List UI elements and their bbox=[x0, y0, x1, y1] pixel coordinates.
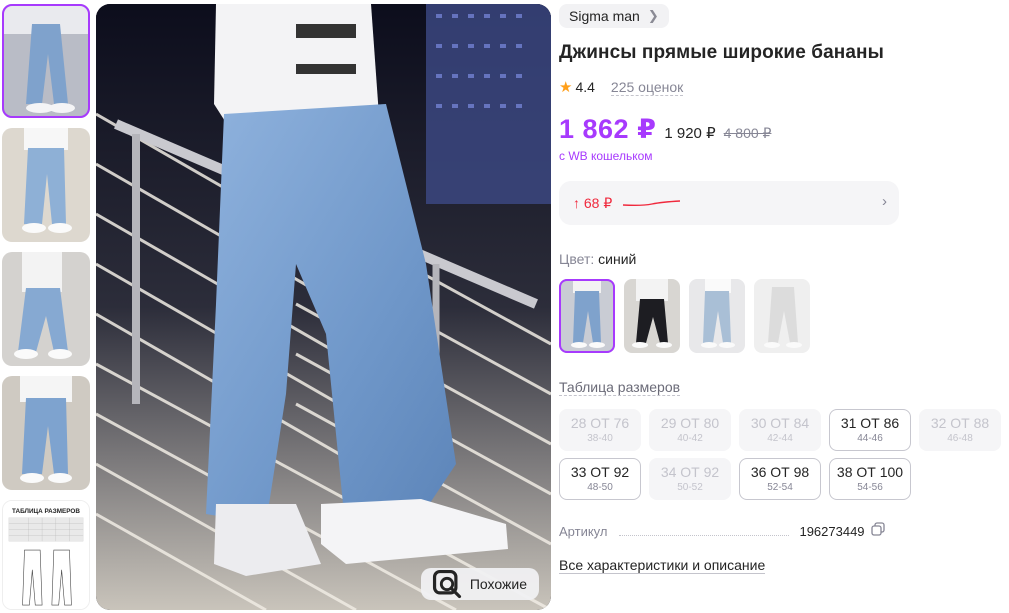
similar-label: Похожие bbox=[469, 576, 527, 592]
size-table-link[interactable]: Таблица размеров bbox=[559, 379, 681, 396]
size-label: 29 ОТ 80 bbox=[660, 414, 720, 431]
size-label: 38 ОТ 100 bbox=[836, 463, 904, 480]
wallet-note: с WB кошельком bbox=[559, 149, 653, 163]
size-option[interactable]: 29 ОТ 80 40-42 bbox=[649, 409, 731, 451]
reviews-link[interactable]: 225 оценок bbox=[610, 79, 684, 96]
price-sparkline-icon bbox=[623, 200, 681, 207]
price-change: ↑ 68 ₽ bbox=[573, 194, 613, 211]
similar-search-icon bbox=[432, 569, 461, 599]
size-option[interactable]: 32 ОТ 88 46-48 bbox=[919, 409, 1001, 451]
brand-name: Sigma man bbox=[569, 8, 640, 24]
size-ru-label: 50-52 bbox=[677, 481, 703, 493]
article-label: Артикул bbox=[559, 524, 608, 539]
size-label: 34 ОТ 92 bbox=[660, 463, 720, 480]
star-icon: ★ bbox=[559, 79, 573, 96]
size-option[interactable]: 30 ОТ 84 42-44 bbox=[739, 409, 821, 451]
copy-icon[interactable] bbox=[870, 522, 885, 536]
chevron-right-icon: › bbox=[882, 193, 887, 210]
main-product-photo[interactable]: Похожие bbox=[96, 4, 551, 610]
price-wallet: 1 862 ₽ bbox=[559, 114, 657, 144]
size-ru-label: 52-54 bbox=[767, 481, 793, 493]
price-history-button[interactable]: ↑ 68 ₽ › bbox=[559, 181, 899, 225]
color-label-text: Цвет: bbox=[559, 251, 595, 267]
size-options: 28 ОТ 76 38-40 29 ОТ 80 40-42 30 ОТ 84 42-44 3… bbox=[559, 409, 1004, 500]
color-value: синий bbox=[598, 251, 637, 267]
color-swatch-blue[interactable] bbox=[559, 279, 615, 353]
product-info: Sigma man ❯ Джинсы прямые широкие бананы… bbox=[559, 4, 1004, 575]
size-ru-label: 42-44 bbox=[767, 432, 793, 444]
size-label: 33 ОТ 92 bbox=[570, 463, 630, 480]
article-dots bbox=[619, 535, 790, 536]
size-ru-label: 48-50 bbox=[587, 481, 613, 493]
all-specs-link[interactable]: Все характеристики и описание bbox=[559, 557, 766, 574]
size-label: 36 ОТ 98 bbox=[750, 463, 810, 480]
thumbnail-1[interactable] bbox=[2, 4, 90, 118]
size-option[interactable]: 38 ОТ 100 54-56 bbox=[829, 458, 911, 500]
rating-row: ★ 4.4 225 оценок bbox=[559, 78, 1004, 96]
size-ru-label: 54-56 bbox=[857, 481, 883, 493]
size-option[interactable]: 28 ОТ 76 38-40 bbox=[559, 409, 641, 451]
size-option[interactable]: 33 ОТ 92 48-50 bbox=[559, 458, 641, 500]
product-title: Джинсы прямые широкие бананы bbox=[559, 42, 884, 63]
thumbnail-3[interactable] bbox=[2, 252, 90, 366]
thumbnail-5-size-chart[interactable]: ТАБЛИЦА РАЗМЕРОВ bbox=[2, 500, 90, 610]
rating-value: 4.4 bbox=[575, 79, 595, 95]
size-ru-label: 46-48 bbox=[947, 432, 973, 444]
color-options bbox=[559, 279, 1004, 353]
size-label: 31 ОТ 86 bbox=[840, 414, 900, 431]
color-swatch-white[interactable] bbox=[754, 279, 810, 353]
size-ru-label: 40-42 bbox=[677, 432, 703, 444]
svg-text:ТАБЛИЦА РАЗМЕРОВ: ТАБЛИЦА РАЗМЕРОВ bbox=[12, 508, 80, 515]
thumbnail-4[interactable] bbox=[2, 376, 90, 490]
price-row: 1 862 ₽ 1 920 ₽ 4 800 ₽ bbox=[559, 114, 1004, 145]
size-ru-label: 44-46 bbox=[857, 432, 883, 444]
color-label: Цвет: синий bbox=[559, 251, 1004, 267]
article-row: Артикул 196273449 bbox=[559, 522, 1004, 539]
size-ru-label: 38-40 bbox=[587, 432, 613, 444]
color-swatch-light-blue[interactable] bbox=[689, 279, 745, 353]
size-option[interactable]: 36 ОТ 98 52-54 bbox=[739, 458, 821, 500]
article-value: 196273449 bbox=[799, 524, 865, 539]
color-swatch-black[interactable] bbox=[624, 279, 680, 353]
size-label: 32 ОТ 88 bbox=[930, 414, 990, 431]
brand-chip[interactable]: Sigma man ❯ bbox=[559, 4, 669, 28]
size-option[interactable]: 31 ОТ 86 44-46 bbox=[829, 409, 911, 451]
similar-products-button[interactable]: Похожие bbox=[420, 568, 539, 600]
size-option[interactable]: 34 ОТ 92 50-52 bbox=[649, 458, 731, 500]
price-regular: 1 920 ₽ bbox=[664, 125, 716, 142]
size-label: 30 ОТ 84 bbox=[750, 414, 810, 431]
thumbnail-strip: ТАБЛИЦА РАЗМЕРОВ bbox=[2, 4, 90, 613]
price-old: 4 800 ₽ bbox=[723, 125, 772, 141]
chevron-right-icon: ❯ bbox=[647, 8, 659, 23]
size-label: 28 ОТ 76 bbox=[570, 414, 630, 431]
thumbnail-2[interactable] bbox=[2, 128, 90, 242]
